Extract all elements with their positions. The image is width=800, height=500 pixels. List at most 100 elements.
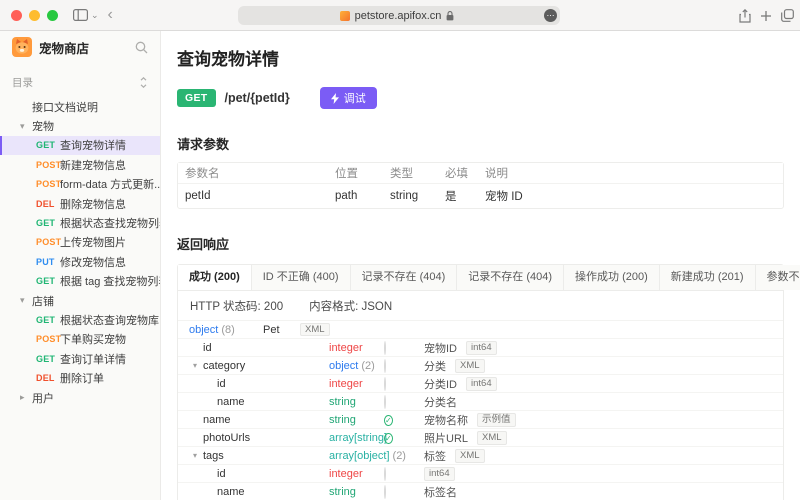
response-tab[interactable]: 操作成功 (200) bbox=[564, 265, 660, 290]
method-label: GET bbox=[36, 218, 60, 228]
caret-down-icon[interactable]: ▾ bbox=[193, 447, 197, 465]
schema-field-name: name bbox=[203, 411, 231, 429]
close-button[interactable] bbox=[11, 10, 22, 21]
sidebar-item[interactable]: GET根据 tag 查找宠物列表 bbox=[0, 272, 160, 291]
params-header-row: 参数名位置类型必填说明 bbox=[178, 163, 783, 184]
caret-down-icon[interactable]: ▾ bbox=[20, 121, 32, 132]
sidebar-group-item[interactable]: ▾宠物 bbox=[0, 116, 160, 135]
sidebar-item[interactable]: GET查询宠物详情 bbox=[0, 136, 160, 155]
optional-circle-icon bbox=[384, 377, 386, 391]
schema-field-name: id bbox=[217, 465, 226, 483]
sidebar-item[interactable]: 接口文档说明 bbox=[0, 97, 160, 116]
schema-row: idinteger宠物IDint64 bbox=[178, 339, 783, 357]
schema-root-title: Pet bbox=[263, 321, 280, 339]
sidebar-group-item[interactable]: ▾店铺 bbox=[0, 291, 160, 310]
schema-field-name: name bbox=[217, 483, 245, 500]
params-col-header: 参数名 bbox=[178, 165, 328, 181]
schema-chip[interactable]: 示例值 bbox=[477, 413, 516, 427]
method-label: DEL bbox=[36, 373, 60, 383]
schema-field-name: photoUrls bbox=[203, 429, 250, 447]
schema-field-type: string bbox=[329, 483, 356, 500]
share-icon[interactable] bbox=[739, 9, 751, 23]
schema-row: idinteger分类IDint64 bbox=[178, 375, 783, 393]
caret-right-icon[interactable]: ▸ bbox=[20, 392, 32, 403]
schema-field-name: name bbox=[217, 393, 245, 411]
schema-field-name: tags bbox=[203, 447, 224, 465]
schema-row: ▾categoryobject(2)分类XML bbox=[178, 357, 783, 375]
debug-button[interactable]: 调试 bbox=[320, 87, 377, 109]
sidebar-item[interactable]: DEL删除宠物信息 bbox=[0, 194, 160, 213]
schema-chip: int64 bbox=[424, 467, 455, 481]
schema-field-desc: 宠物IDint64 bbox=[424, 339, 497, 357]
format-chip: XML bbox=[300, 323, 330, 336]
response-tab[interactable]: 成功 (200) bbox=[178, 265, 252, 290]
params-body: petIdpathstring是宠物 ID bbox=[178, 184, 783, 208]
sidebar-item-label: 删除宠物信息 bbox=[60, 196, 126, 212]
schema-field-desc: 标签名 bbox=[424, 483, 457, 500]
sidebar-item[interactable]: GET根据状态查找宠物列表 bbox=[0, 213, 160, 232]
endpoint-row: GET /pet/{petId} 调试 bbox=[177, 87, 784, 109]
schema-field-desc: 照片URLXML bbox=[424, 429, 507, 447]
schema-field-desc: 分类XML bbox=[424, 357, 485, 375]
schema-field-type: array[object](2) bbox=[329, 447, 406, 465]
schema-chip: XML bbox=[455, 449, 485, 463]
caret-down-icon[interactable]: ▾ bbox=[20, 295, 32, 306]
response-status-line: HTTP 状态码: 200 内容格式: JSON bbox=[178, 291, 783, 320]
response-tab[interactable]: 新建成功 (201) bbox=[660, 265, 756, 290]
schema-row: photoUrlsarray[string]✓照片URLXML bbox=[178, 429, 783, 447]
schema-field-desc: 标签XML bbox=[424, 447, 485, 465]
response-tab[interactable]: 记录不存在 (404) bbox=[457, 265, 564, 290]
sidebar-item[interactable]: GET查询订单详情 bbox=[0, 349, 160, 368]
optional-circle-icon bbox=[384, 485, 386, 499]
zoom-button[interactable] bbox=[47, 10, 58, 21]
search-icon[interactable] bbox=[135, 41, 148, 54]
optional-circle-icon bbox=[384, 359, 386, 373]
required-check-icon: ✓ bbox=[384, 415, 393, 426]
params-col-header: 类型 bbox=[383, 165, 438, 181]
address-bar-action-icon[interactable]: ⋯ bbox=[544, 9, 557, 22]
sidebar-item[interactable]: POSTform-data 方式更新... bbox=[0, 175, 160, 194]
response-schema-tree: object(8)PetXMLidinteger宠物IDint64▾catego… bbox=[178, 320, 783, 500]
optional-circle-icon bbox=[384, 341, 386, 355]
back-button[interactable]: ‹ bbox=[108, 7, 113, 23]
sidebar-item-label: 根据状态查询宠物库... bbox=[60, 312, 160, 328]
response-tab[interactable]: 参数不正确 (401) bbox=[756, 265, 800, 290]
sidebar-item[interactable]: DEL删除订单 bbox=[0, 368, 160, 387]
minimize-button[interactable] bbox=[29, 10, 40, 21]
schema-field-desc: int64 bbox=[424, 465, 455, 483]
sidebar-item[interactable]: POST下单购买宠物 bbox=[0, 330, 160, 349]
lock-icon bbox=[446, 11, 454, 21]
sidebar-item-label: 用户 bbox=[32, 390, 54, 406]
app-sidebar: 宠物商店 目录 接口文档说明▾宠物GET查询宠物详情POST新建宠物信息POST… bbox=[0, 31, 161, 500]
sidebar-item[interactable]: PUT修改宠物信息 bbox=[0, 252, 160, 271]
schema-row: name string 标签名 bbox=[178, 483, 783, 500]
schema-field-name: category bbox=[203, 357, 245, 375]
directory-row: 目录 bbox=[0, 71, 160, 93]
sidebar-item[interactable]: GET根据状态查询宠物库... bbox=[0, 310, 160, 329]
http-status-value: 200 bbox=[264, 301, 283, 313]
sidebar-item-label: form-data 方式更新... bbox=[60, 176, 160, 192]
params-col-header: 说明 bbox=[478, 165, 783, 181]
page-title: 查询宠物详情 bbox=[177, 45, 784, 70]
sidebar-item-label: 删除订单 bbox=[60, 370, 104, 386]
sidebar-item[interactable]: POST新建宠物信息 bbox=[0, 155, 160, 174]
sidebar-group-item[interactable]: ▸用户 bbox=[0, 388, 160, 407]
response-tab[interactable]: ID 不正确 (400) bbox=[252, 265, 351, 290]
sidebar-item[interactable]: POST上传宠物图片 bbox=[0, 233, 160, 252]
doc-content: 查询宠物详情 GET /pet/{petId} 调试 请求参数 参数名位置类型必… bbox=[161, 31, 800, 500]
new-tab-icon[interactable] bbox=[760, 10, 772, 22]
method-label: GET bbox=[36, 140, 60, 150]
sidebar-item-label: 上传宠物图片 bbox=[60, 234, 126, 250]
schema-row: namestring✓宠物名称示例值 bbox=[178, 411, 783, 429]
site-favicon bbox=[340, 11, 350, 21]
method-badge: GET bbox=[177, 89, 216, 107]
sidebar-toggle-icon[interactable] bbox=[73, 9, 88, 21]
tab-overview-icon[interactable] bbox=[781, 9, 794, 22]
address-bar[interactable]: petstore.apifox.cn ⋯ bbox=[238, 6, 560, 25]
chevron-down-icon[interactable]: ⌄ bbox=[91, 10, 99, 21]
response-tab[interactable]: 记录不存在 (404) bbox=[351, 265, 458, 290]
caret-down-icon[interactable]: ▾ bbox=[193, 357, 197, 375]
content-format-value: JSON bbox=[362, 301, 393, 313]
collapse-all-icon[interactable] bbox=[139, 77, 148, 88]
schema-field-type: integer bbox=[329, 465, 363, 483]
